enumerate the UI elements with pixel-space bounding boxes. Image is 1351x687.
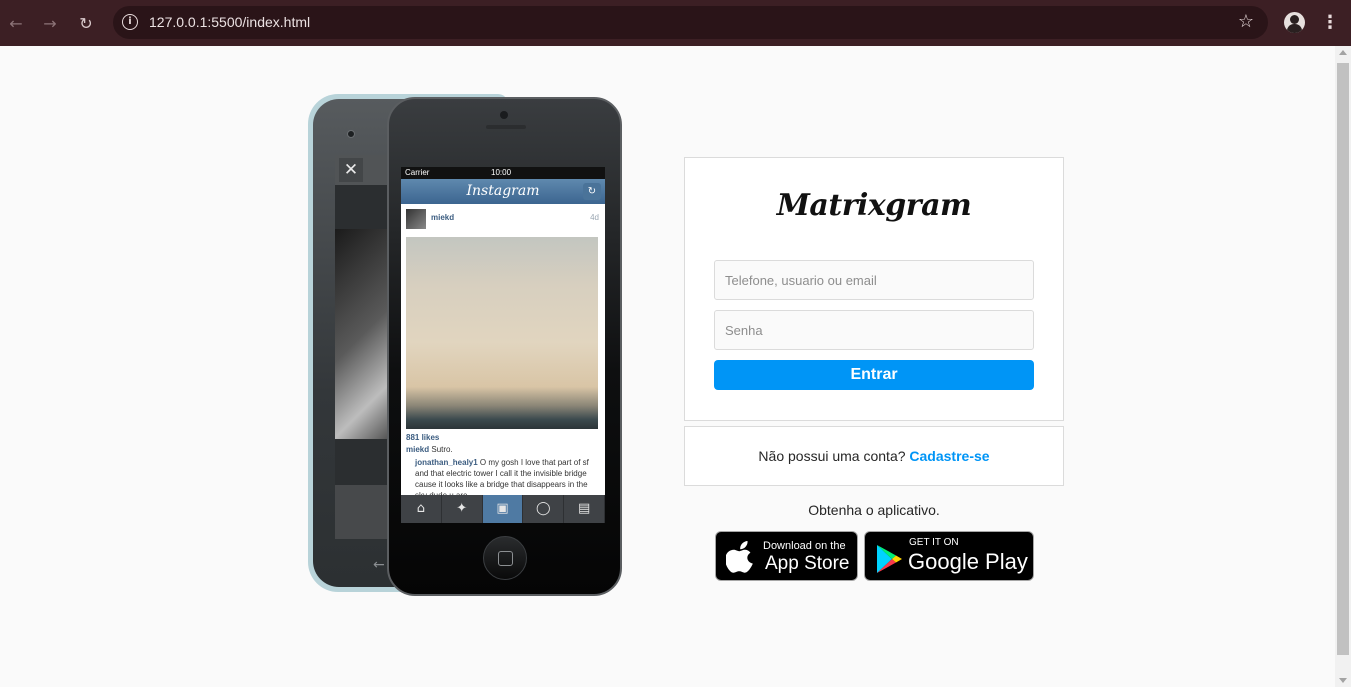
post-avatar (406, 209, 426, 229)
phone-home-button (483, 536, 527, 580)
post-username: miekd (431, 213, 455, 222)
signup-prompt: Não possui uma conta? (758, 448, 906, 464)
kebab-menu-icon[interactable]: ⋮ (1321, 11, 1339, 35)
comment-username: miekd (406, 445, 430, 454)
username-field[interactable] (714, 260, 1034, 300)
front-phone: Carrier 10:00 Instagram ↻ miekd 4d 881 l… (387, 97, 622, 596)
reload-icon[interactable]: ↻ (74, 11, 98, 35)
google-play-small-text: GET IT ON (909, 537, 959, 548)
comment-text: Sutro. (431, 445, 453, 454)
comment-username: jonathan_healy1 (415, 458, 478, 467)
get-app-label: Obtenha o aplicativo. (808, 502, 940, 518)
front-phone-screen: Carrier 10:00 Instagram ↻ miekd 4d 881 l… (401, 167, 605, 523)
address-bar[interactable]: i 127.0.0.1:5500/index.html ☆ (113, 6, 1268, 39)
post-photo (406, 237, 598, 429)
post-time: 4d (590, 213, 599, 222)
scroll-down-arrow-icon[interactable] (1339, 678, 1347, 683)
app-store-small-text: Download on the (763, 540, 846, 552)
apple-icon (726, 541, 753, 573)
forward-arrow-icon[interactable]: → (38, 11, 62, 35)
login-card: Matrixgram Entrar (684, 157, 1064, 421)
back-arrow-glyph-icon: ← (373, 557, 385, 573)
app-store-badge[interactable]: Download on the App Store (715, 531, 858, 581)
signup-link[interactable]: Cadastre-se (909, 448, 989, 464)
profile-avatar[interactable] (1284, 12, 1305, 33)
vertical-scrollbar[interactable] (1335, 46, 1351, 687)
back-phone-camera (347, 130, 355, 138)
post-header: miekd 4d (401, 204, 605, 234)
google-play-big-text: Google Play (908, 549, 1028, 574)
scrollbar-thumb[interactable] (1337, 63, 1349, 655)
post-comment: miekd Sutro. (406, 445, 453, 454)
scroll-up-arrow-icon[interactable] (1339, 50, 1347, 55)
close-icon: ✕ (339, 158, 363, 182)
login-button[interactable]: Entrar (714, 360, 1034, 390)
refresh-icon: ↻ (583, 183, 601, 200)
phone-mockup-image: ✕ ← Carrier 10:00 Instagram ↻ miekd 4d 8… (307, 92, 622, 596)
avatar-head (1290, 15, 1299, 24)
address-url[interactable]: 127.0.0.1:5500/index.html (149, 14, 310, 30)
camera-icon: ▣ (482, 495, 524, 523)
home-icon: ⌂ (401, 495, 442, 523)
status-time: 10:00 (491, 168, 512, 177)
front-phone-speaker (486, 125, 526, 129)
google-play-badge[interactable]: GET IT ON Google Play (864, 531, 1034, 581)
browser-toolbar: ← → ↻ i 127.0.0.1:5500/index.html ☆ ⋮ (0, 0, 1351, 46)
back-arrow-icon[interactable]: ← (4, 11, 28, 35)
phone-tab-bar: ⌂ ✦ ▣ ◯ ▤ (401, 495, 605, 523)
home-button-square (498, 551, 513, 566)
phone-status-bar: Carrier 10:00 (401, 167, 605, 179)
password-field[interactable] (714, 310, 1034, 350)
phone-app-header: Instagram ↻ (401, 179, 605, 204)
site-info-icon[interactable]: i (122, 14, 138, 30)
status-carrier: Carrier (405, 168, 430, 177)
bookmark-star-icon[interactable]: ☆ (1238, 11, 1254, 32)
brand-logo: Matrixgram (776, 188, 972, 223)
profile-card-icon: ▤ (564, 495, 605, 523)
post-likes: 881 likes (406, 433, 440, 442)
front-phone-camera (500, 111, 508, 119)
avatar-shoulders (1287, 24, 1302, 33)
app-store-big-text: App Store (765, 553, 850, 574)
google-play-icon (877, 545, 902, 573)
signup-card: Não possui uma conta? Cadastre-se (684, 426, 1064, 486)
activity-icon: ◯ (523, 495, 565, 523)
phone-app-title: Instagram (466, 183, 540, 199)
explore-icon: ✦ (442, 495, 483, 523)
